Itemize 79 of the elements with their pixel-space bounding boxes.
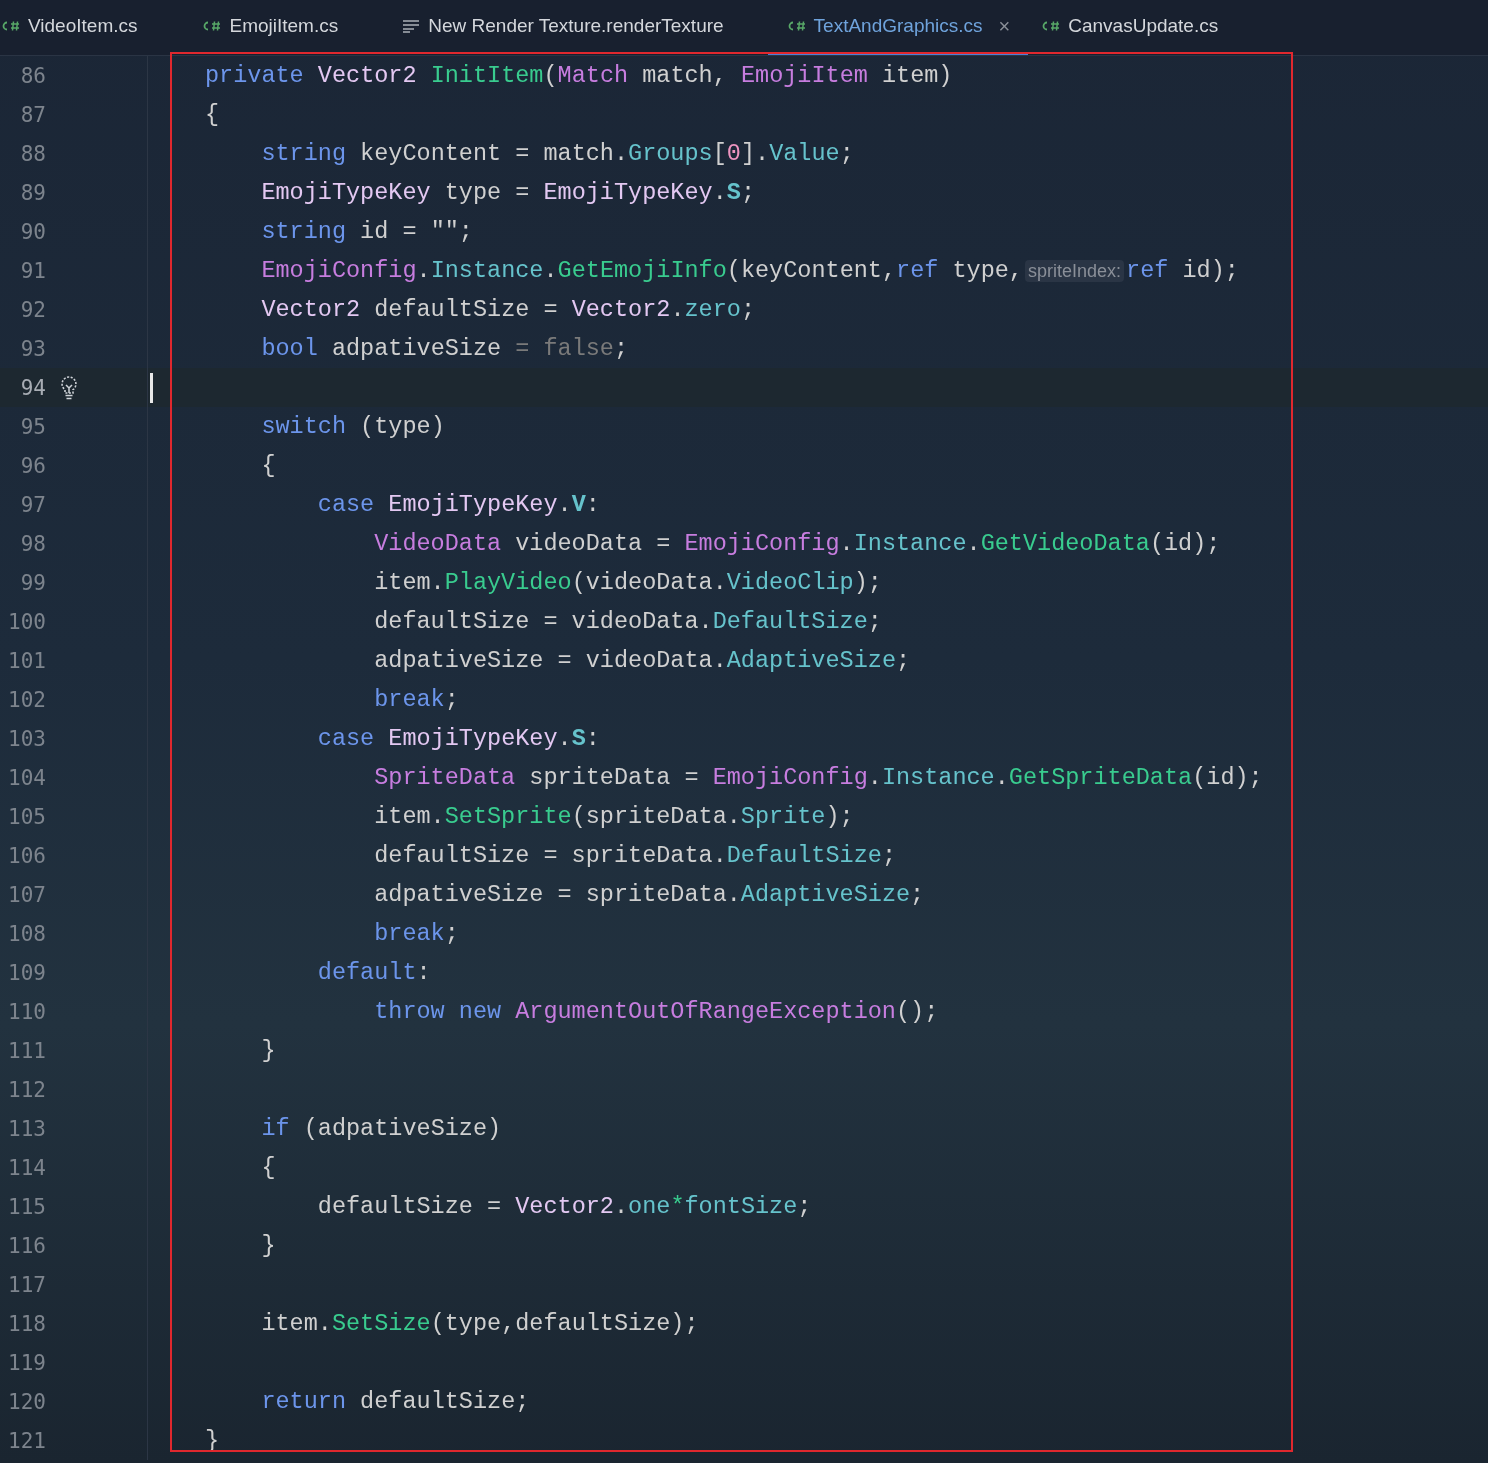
line-number: 97 xyxy=(19,492,46,517)
line-number: 103 xyxy=(7,726,46,751)
code-line: Vector2 defaultSize = Vector2.zero; xyxy=(261,296,755,323)
code-line: VideoData videoData = EmojiConfig.Instance.GetVideoData(id); xyxy=(374,530,1221,557)
line-number: 102 xyxy=(7,687,46,712)
code-line: } xyxy=(261,1037,276,1064)
file-tab[interactable]: TextAndGraphics.cs × xyxy=(767,0,1029,55)
text-cursor xyxy=(150,372,153,403)
code-line: private Vector2 InitItem(Match match, EmojiItem item) xyxy=(205,62,953,89)
line-number: 89 xyxy=(19,180,46,205)
line-number: 106 xyxy=(7,843,46,868)
line-number: 92 xyxy=(19,297,46,322)
line-number: 119 xyxy=(7,1350,46,1375)
line-number: 120 xyxy=(7,1389,46,1414)
csharp-file-icon xyxy=(0,20,20,32)
line-number: 101 xyxy=(7,648,46,673)
lightbulb-icon[interactable] xyxy=(60,374,78,401)
code-line: defaultSize = spriteData.DefaultSize; xyxy=(374,842,896,869)
line-number: 110 xyxy=(7,999,46,1024)
code-line: } xyxy=(261,1232,276,1259)
line-number: 90 xyxy=(19,219,46,244)
code-line: default: xyxy=(317,959,431,986)
code-line: defaultSize = videoData.DefaultSize; xyxy=(374,608,882,635)
code-line: break; xyxy=(374,686,459,713)
line-number: 95 xyxy=(19,414,46,439)
code-line: item.PlayVideo(videoData.VideoClip); xyxy=(374,569,882,596)
line-number: 108 xyxy=(7,921,46,946)
code-line: item.SetSize(type,defaultSize); xyxy=(261,1310,699,1337)
line-number: 98 xyxy=(19,531,46,556)
code-line: string keyContent = match.Groups[0].Value; xyxy=(261,140,854,167)
code-line: defaultSize = Vector2.one*fontSize; xyxy=(317,1193,812,1220)
line-number: 118 xyxy=(7,1311,46,1336)
line-number: 96 xyxy=(19,453,46,478)
line-number: 100 xyxy=(7,609,46,634)
line-number: 87 xyxy=(19,102,46,127)
lines-icon xyxy=(402,19,421,33)
line-number: 115 xyxy=(7,1194,46,1219)
file-tab[interactable]: New Render Texture.renderTexture xyxy=(402,0,742,55)
code-line: case EmojiTypeKey.V: xyxy=(317,491,600,518)
line-number: 93 xyxy=(19,336,46,361)
code-line: { xyxy=(205,101,220,128)
csharp-file-icon xyxy=(1040,20,1061,32)
code-line: SpriteData spriteData = EmojiConfig.Instance.GetSpriteData(id); xyxy=(374,764,1263,791)
code-line: bool adpativeSize = false; xyxy=(261,335,629,362)
line-number: 114 xyxy=(7,1155,46,1180)
line-number: 91 xyxy=(19,258,46,283)
code-line: throw new ArgumentOutOfRangeException(); xyxy=(374,998,939,1025)
line-number: 99 xyxy=(19,570,46,595)
code-line: adpativeSize = videoData.AdaptiveSize; xyxy=(374,647,911,674)
code-line: return defaultSize; xyxy=(261,1388,530,1415)
file-tab[interactable]: VideoItem.cs xyxy=(0,0,156,55)
code-line: EmojiConfig.Instance.GetEmojiInfo(keyContent,ref type, spriteIndex: ref id); xyxy=(261,257,1239,284)
line-number: 111 xyxy=(7,1038,46,1063)
line-number: 113 xyxy=(7,1116,46,1141)
line-number: 104 xyxy=(7,765,46,790)
file-tab[interactable]: EmojiItem.cs xyxy=(201,0,357,55)
line-number: 117 xyxy=(7,1272,46,1297)
code-line: switch (type) xyxy=(261,413,445,440)
code-line: string id = ""; xyxy=(261,218,473,245)
line-number: 109 xyxy=(7,960,46,985)
line-number: 107 xyxy=(7,882,46,907)
file-tab[interactable]: CanvasUpdate.cs xyxy=(1040,0,1237,55)
line-number: 86 xyxy=(19,63,46,88)
code-line: break; xyxy=(374,920,459,947)
code-line: EmojiTypeKey type = EmojiTypeKey.S; xyxy=(261,179,755,206)
code-line: if (adpativeSize) xyxy=(261,1115,502,1142)
code-line: { xyxy=(261,1154,276,1181)
csharp-file-icon xyxy=(201,20,222,32)
line-number: 88 xyxy=(19,141,46,166)
line-number: 121 xyxy=(7,1428,46,1453)
line-number: 94 xyxy=(19,375,46,400)
code-line: item.SetSprite(spriteData.Sprite); xyxy=(374,803,854,830)
close-tab-button[interactable]: × xyxy=(998,14,1011,38)
line-number: 105 xyxy=(7,804,46,829)
code-line: case EmojiTypeKey.S: xyxy=(317,725,600,752)
line-number: 116 xyxy=(7,1233,46,1258)
line-number: 112 xyxy=(7,1077,46,1102)
code-line: { xyxy=(261,452,276,479)
code-line: adpativeSize = spriteData.AdaptiveSize; xyxy=(374,881,925,908)
